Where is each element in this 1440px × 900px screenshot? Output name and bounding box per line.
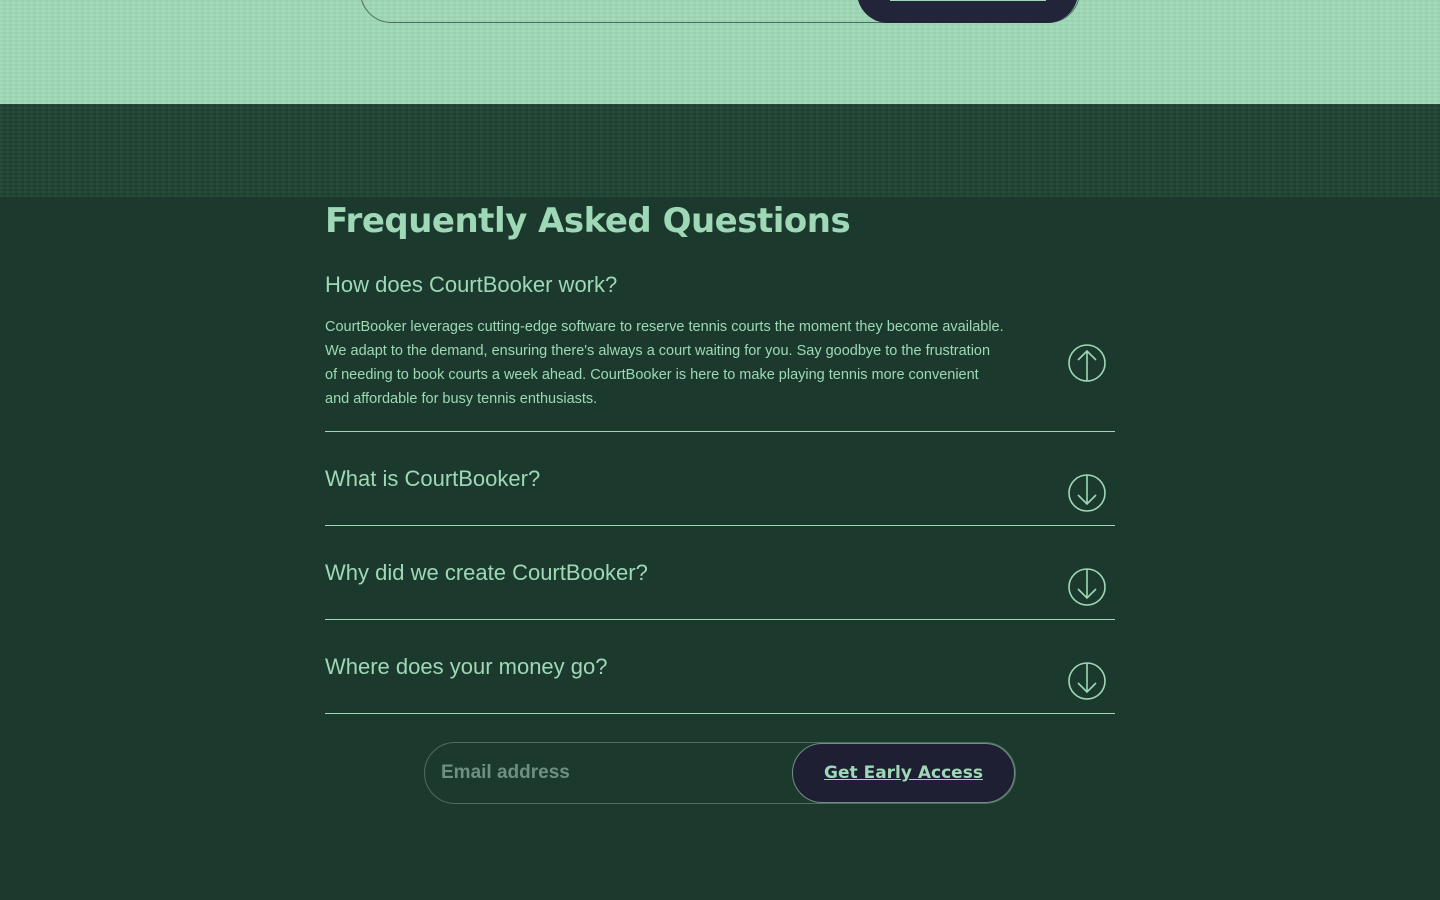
faq-title: Frequently Asked Questions [325, 201, 851, 241]
faq-question[interactable]: How does CourtBooker work? [325, 271, 1115, 299]
email-input[interactable] [425, 743, 793, 803]
top-signup-form [360, 0, 1080, 23]
arrow-down-circle-icon[interactable] [1067, 473, 1107, 513]
faq-item[interactable]: Why did we create CourtBooker? [325, 526, 1115, 620]
faq-item[interactable]: What is CourtBooker? [325, 432, 1115, 526]
arrow-up-circle-icon[interactable] [1067, 343, 1107, 383]
faq-item[interactable]: How does CourtBooker work? CourtBooker l… [325, 271, 1115, 432]
faq-question[interactable]: What is CourtBooker? [325, 465, 540, 493]
faq-answer: CourtBooker leverages cutting-edge softw… [325, 319, 1004, 407]
faq-question[interactable]: Why did we create CourtBooker? [325, 559, 648, 587]
signup-form: Get Early Access [424, 742, 1016, 804]
arrow-down-circle-icon[interactable] [1067, 661, 1107, 701]
top-get-early-access-button[interactable] [857, 0, 1078, 23]
top-button-underline [889, 0, 1046, 1]
section-divider-texture [0, 104, 1440, 197]
arrow-down-circle-icon[interactable] [1067, 567, 1107, 607]
faq-section: Frequently Asked Questions How does Cour… [325, 197, 1115, 714]
get-early-access-button[interactable]: Get Early Access [792, 743, 1015, 803]
top-section-band [0, 0, 1440, 104]
faq-question[interactable]: Where does your money go? [325, 653, 608, 681]
faq-item[interactable]: Where does your money go? [325, 620, 1115, 714]
